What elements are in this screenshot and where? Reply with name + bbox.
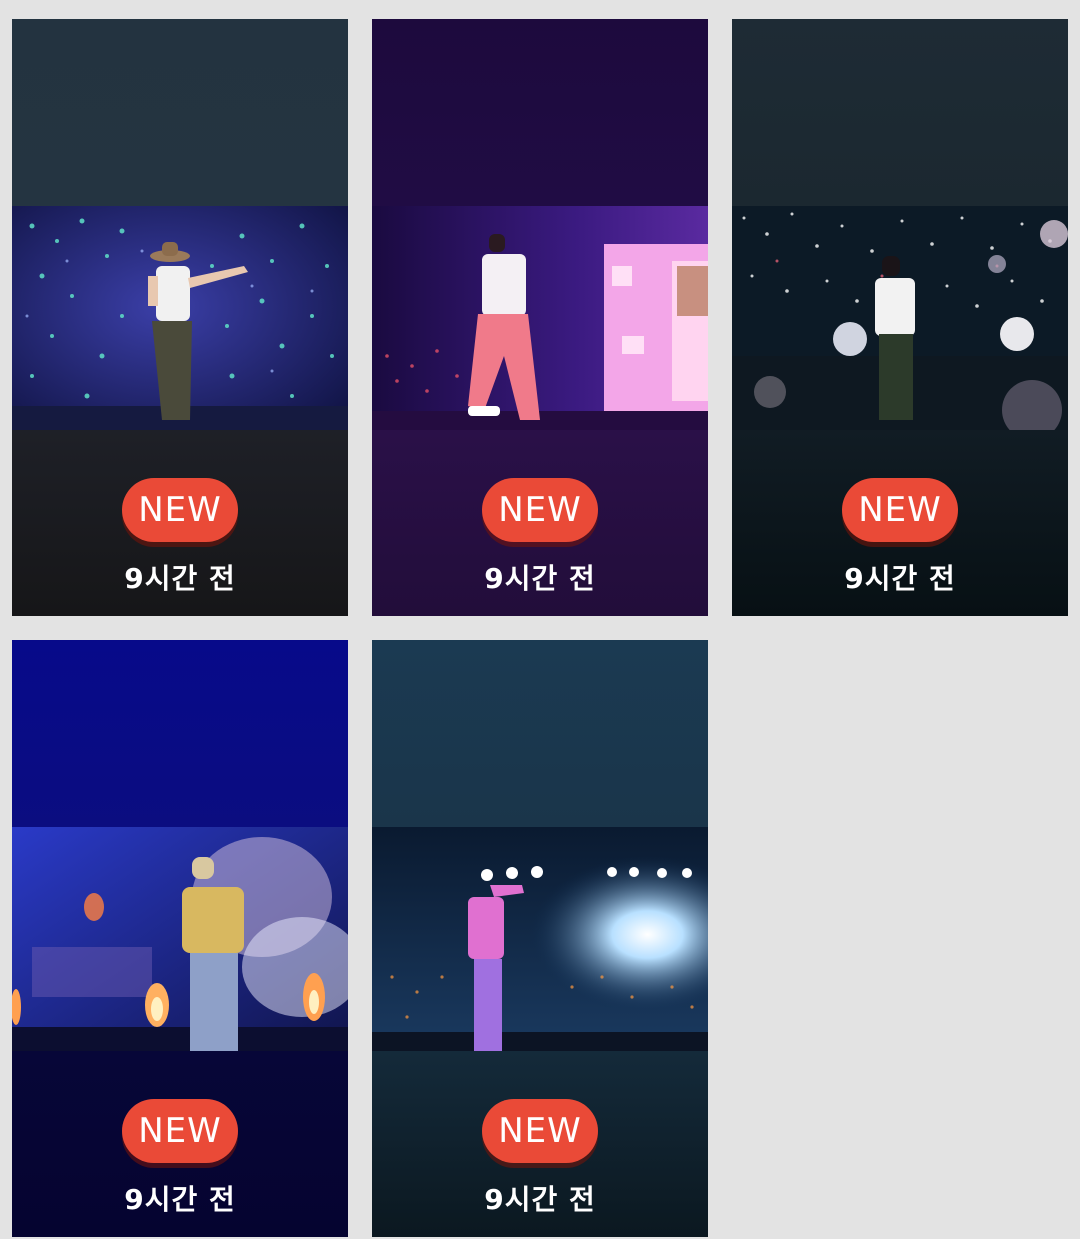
posted-time: 9시간 전 [484, 1183, 596, 1216]
card-header-area [12, 640, 348, 827]
concert-photo-cowboy-hat [12, 206, 348, 430]
new-badge: NEW [482, 478, 598, 542]
new-badge: NEW [482, 1099, 598, 1163]
posted-time: 9시간 전 [484, 562, 596, 595]
posted-time: 9시간 전 [844, 562, 956, 595]
concert-photo-stage-lights [372, 827, 708, 1051]
new-badge: NEW [122, 1099, 238, 1163]
story-card[interactable]: NEW 9시간 전 [12, 640, 348, 1237]
story-grid: NEW 9시간 전 NEW 9시간 전 NEW 9시간 전 NEW 9시간 전 … [0, 0, 1080, 1239]
new-badge: NEW [842, 478, 958, 542]
concert-photo-yellow-jacket [12, 827, 348, 1051]
posted-time: 9시간 전 [124, 562, 236, 595]
new-badge: NEW [122, 478, 238, 542]
card-header-area [732, 19, 1068, 206]
concert-photo-pink-outfit [372, 206, 708, 430]
posted-time: 9시간 전 [124, 1183, 236, 1216]
story-card[interactable]: NEW 9시간 전 [372, 19, 708, 616]
story-card[interactable]: NEW 9시간 전 [372, 640, 708, 1237]
card-header-area [372, 19, 708, 206]
story-card[interactable]: NEW 9시간 전 [732, 19, 1068, 616]
concert-photo-confetti-balloons [732, 206, 1068, 430]
card-header-area [12, 19, 348, 206]
story-card[interactable]: NEW 9시간 전 [12, 19, 348, 616]
card-header-area [372, 640, 708, 827]
